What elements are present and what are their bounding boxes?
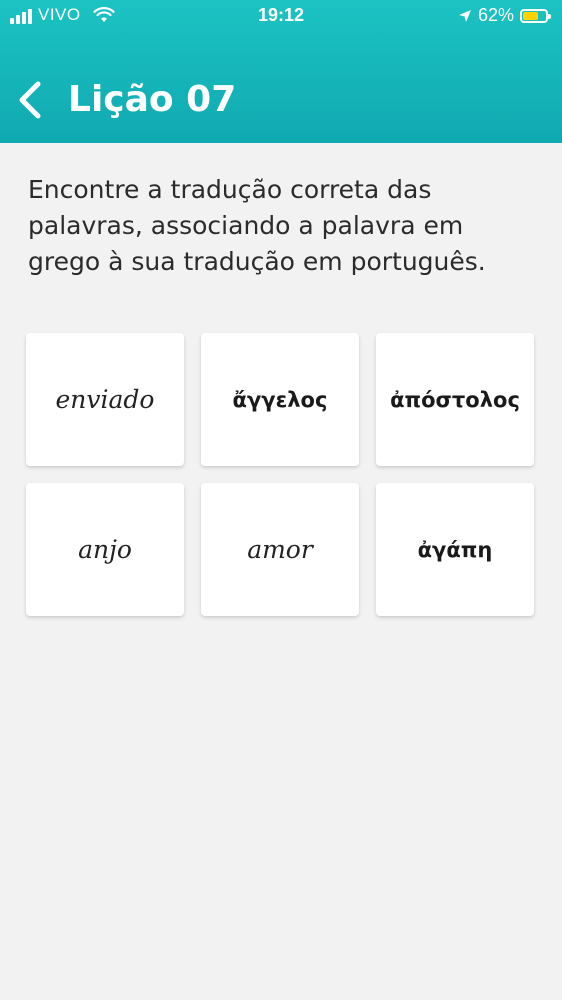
battery-fill xyxy=(523,11,538,20)
location-arrow-icon xyxy=(458,9,471,22)
word-card-label: amor xyxy=(247,535,313,564)
word-card-apostolos[interactable]: ἀπόστολος xyxy=(376,333,534,466)
word-card-label: enviado xyxy=(55,385,155,414)
nav-bar: Lição 07 xyxy=(0,70,562,130)
word-card-anjo[interactable]: anjo xyxy=(26,483,184,616)
word-card-amor[interactable]: amor xyxy=(201,483,359,616)
back-button[interactable] xyxy=(14,80,48,120)
status-right: 62% xyxy=(458,5,551,26)
word-card-label: ἄγγελος xyxy=(232,387,328,412)
word-card-label: anjo xyxy=(78,535,132,564)
word-card-grid: enviado ἄγγελος ἀπόστολος anjo amor ἀγάπ… xyxy=(26,333,536,616)
word-card-enviado[interactable]: enviado xyxy=(26,333,184,466)
status-bar: VIVO 19:12 62% xyxy=(0,0,562,34)
chevron-left-icon xyxy=(19,81,41,119)
word-card-angelos[interactable]: ἄγγελος xyxy=(201,333,359,466)
word-card-label: ἀγάπη xyxy=(417,537,493,562)
instructions-text: Encontre a tradução correta das palavras… xyxy=(28,175,486,276)
word-card-agape[interactable]: ἀγάπη xyxy=(376,483,534,616)
app-header: VIVO 19:12 62% Lição 07 xyxy=(0,0,562,143)
page-title: Lição 07 xyxy=(68,79,237,120)
battery-percent: 62% xyxy=(477,5,514,25)
word-card-label: ἀπόστολος xyxy=(390,387,520,412)
battery-icon xyxy=(520,8,551,23)
